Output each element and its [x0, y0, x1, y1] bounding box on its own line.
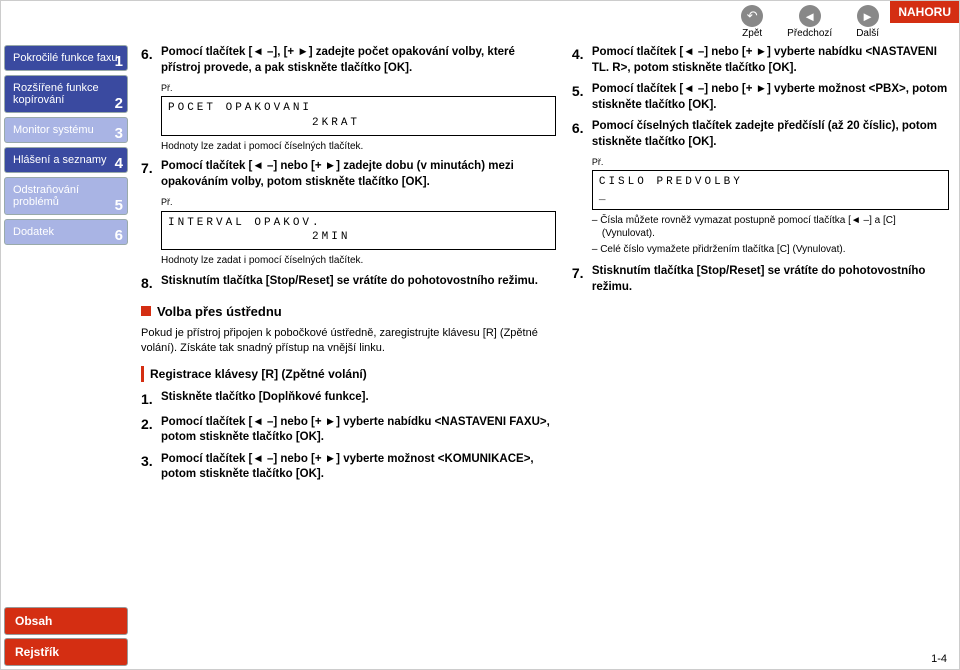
example-label: Př.	[161, 196, 556, 208]
list-item: – Čísla můžete rovněž vymazat postupně p…	[592, 214, 949, 241]
step-6b: 6. Pomocí číselných tlačítek zadejte pře…	[572, 119, 949, 150]
step-7: 7. Pomocí tlačítek [◄ –] nebo [+ ►] zade…	[141, 159, 556, 190]
section-heading: Volba přes ústřednu	[141, 303, 556, 321]
note-text: Hodnoty lze zadat i pomocí číselných tla…	[161, 140, 556, 154]
step-number: 6.	[141, 45, 161, 76]
step-text: Pomocí tlačítek [◄ –] nebo [+ ►] vyberte…	[592, 82, 949, 113]
reg-step-2: 2. Pomocí tlačítek [◄ –] nebo [+ ►] vybe…	[141, 415, 556, 446]
step-number: 8.	[141, 274, 161, 293]
back-button[interactable]: ↶ Zpět	[741, 5, 763, 39]
example-label: Př.	[161, 82, 556, 94]
sidebar-bottom: Obsah Rejstřík	[1, 604, 131, 669]
list-item: – Celé číslo vymažete přidržením tlačítk…	[592, 243, 949, 257]
step-6: 6. Pomocí tlačítek [◄ –], [+ ►] zadejte …	[141, 45, 556, 76]
up-button[interactable]: NAHORU	[890, 1, 959, 23]
sidebar-item-num: 3	[115, 128, 123, 140]
sidebar-item-num: 2	[115, 98, 123, 110]
sidebar-item-label: Dodatek	[13, 226, 54, 238]
step-number: 7.	[141, 159, 161, 190]
step-8: 8. Stisknutím tlačítka [Stop/Reset] se v…	[141, 274, 556, 293]
step-text: Stisknutím tlačítka [Stop/Reset] se vrát…	[592, 264, 949, 295]
step-text: Pomocí tlačítek [◄ –] nebo [+ ►] vyberte…	[161, 452, 556, 483]
sidebar: Pokročilé funkce faxu 1 Rozšířené funkce…	[1, 41, 131, 245]
sidebar-item-label: Odstraňování problémů	[13, 184, 79, 208]
sidebar-item-num: 5	[115, 200, 123, 212]
step-5: 5. Pomocí tlačítek [◄ –] nebo [+ ►] vybe…	[572, 82, 949, 113]
heading-text: Volba přes ústřednu	[157, 303, 282, 321]
note-text: Hodnoty lze zadat i pomocí číselných tla…	[161, 254, 556, 268]
sidebar-item-reports[interactable]: Hlášení a seznamy 4	[4, 147, 128, 173]
step-number: 6.	[572, 119, 592, 150]
next-icon: ►	[857, 5, 879, 27]
step-number: 4.	[572, 45, 592, 76]
sidebar-item-troubleshoot[interactable]: Odstraňování problémů 5	[4, 177, 128, 215]
display-box: INTERVAL OPAKOV. 2MIN	[161, 211, 556, 251]
step-text: Pomocí tlačítek [◄ –], [+ ►] zadejte poč…	[161, 45, 556, 76]
step-text: Pomocí tlačítek [◄ –] nebo [+ ►] vyberte…	[161, 415, 556, 446]
step-number: 3.	[141, 452, 161, 483]
step-text: Stiskněte tlačítko [Doplňkové funkce].	[161, 390, 369, 409]
prev-button[interactable]: ◄ Předchozí	[787, 5, 832, 39]
reg-step-1: 1. Stiskněte tlačítko [Doplňkové funkce]…	[141, 390, 556, 409]
display-box: CISLO PREDVOLBY _	[592, 170, 949, 210]
back-icon: ↶	[741, 5, 763, 27]
sidebar-item-num: 6	[115, 230, 123, 242]
column-left: 6. Pomocí tlačítek [◄ –], [+ ►] zadejte …	[141, 45, 556, 649]
column-right: 4. Pomocí tlačítek [◄ –] nebo [+ ►] vybe…	[572, 45, 949, 649]
page-root: ↶ Zpět ◄ Předchozí ► Další NAHORU Pokroč…	[0, 0, 960, 670]
next-label: Další	[856, 28, 879, 39]
paragraph: Pokud je přístroj připojen k pobočkové ú…	[141, 326, 556, 356]
sidebar-item-num: 1	[115, 56, 123, 68]
sidebar-item-label: Pokročilé funkce faxu	[13, 52, 118, 64]
top-bar: ↶ Zpět ◄ Předchozí ► Další NAHORU	[1, 1, 959, 41]
display-box: POCET OPAKOVANI 2KRAT	[161, 96, 556, 136]
top-nav: ↶ Zpět ◄ Předchozí ► Další	[741, 5, 879, 39]
next-button[interactable]: ► Další	[856, 5, 879, 39]
step-text: Pomocí tlačítek [◄ –] nebo [+ ►] zadejte…	[161, 159, 556, 190]
back-label: Zpět	[742, 28, 762, 39]
contents-button[interactable]: Obsah	[4, 607, 128, 635]
subsection-heading: Registrace klávesy [R] (Zpětné volání)	[141, 366, 556, 382]
sidebar-item-label: Hlášení a seznamy	[13, 154, 107, 166]
step-number: 5.	[572, 82, 592, 113]
main-content: 6. Pomocí tlačítek [◄ –], [+ ►] zadejte …	[141, 45, 949, 649]
sidebar-item-label: Rozšířené funkce kopírování	[13, 82, 99, 106]
sidebar-item-copy[interactable]: Rozšířené funkce kopírování 2	[4, 75, 128, 113]
step-text: Pomocí číselných tlačítek zadejte předčí…	[592, 119, 949, 150]
step-number: 7.	[572, 264, 592, 295]
step-number: 1.	[141, 390, 161, 409]
step-number: 2.	[141, 415, 161, 446]
sidebar-item-monitor[interactable]: Monitor systému 3	[4, 117, 128, 143]
prev-icon: ◄	[799, 5, 821, 27]
page-number: 1-4	[931, 653, 947, 665]
square-icon	[141, 306, 151, 316]
sidebar-item-label: Monitor systému	[13, 124, 94, 136]
step-7b: 7. Stisknutím tlačítka [Stop/Reset] se v…	[572, 264, 949, 295]
prev-label: Předchozí	[787, 28, 832, 39]
sidebar-item-fax[interactable]: Pokročilé funkce faxu 1	[4, 45, 128, 71]
step-4: 4. Pomocí tlačítek [◄ –] nebo [+ ►] vybe…	[572, 45, 949, 76]
index-button[interactable]: Rejstřík	[4, 638, 128, 666]
step-text: Stisknutím tlačítka [Stop/Reset] se vrát…	[161, 274, 538, 293]
notes-list: – Čísla můžete rovněž vymazat postupně p…	[592, 214, 949, 257]
reg-step-3: 3. Pomocí tlačítek [◄ –] nebo [+ ►] vybe…	[141, 452, 556, 483]
sidebar-item-appendix[interactable]: Dodatek 6	[4, 219, 128, 245]
sidebar-item-num: 4	[115, 158, 123, 170]
example-label: Př.	[592, 156, 949, 168]
step-text: Pomocí tlačítek [◄ –] nebo [+ ►] vyberte…	[592, 45, 949, 76]
